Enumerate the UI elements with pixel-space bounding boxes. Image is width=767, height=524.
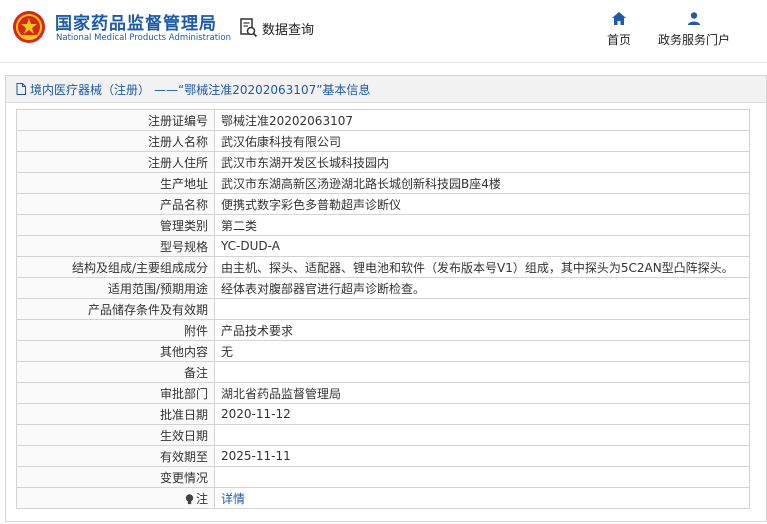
row-label: 结构及组成/主要组成成分	[16, 256, 215, 278]
table-row: 注册人名称 武汉佑康科技有限公司	[16, 130, 750, 152]
table-row: 管理类别 第二类	[16, 214, 750, 236]
table-row: 有效期至 2025-11-11	[16, 445, 750, 467]
user-icon	[688, 12, 700, 25]
row-value: 产品技术要求	[214, 319, 750, 341]
table-row: 结构及组成/主要组成成分 由主机、探头、适配器、锂电池和软件（发布版本号V1）组成…	[16, 256, 750, 278]
panel-title-record: ——“鄂械注准20202063107”基本信息	[154, 82, 371, 97]
table-row: 变更情况	[16, 466, 750, 488]
brand-subtitle: National Medical Products Administration	[56, 33, 231, 43]
table-row: 注册证编号 鄂械注准20202063107	[16, 109, 750, 131]
row-value: 2025-11-11	[214, 445, 750, 467]
row-label: 批准日期	[16, 403, 215, 425]
row-value: 武汉市东湖开发区长城科技园内	[214, 151, 750, 173]
table-row: 备注	[16, 361, 750, 383]
row-label: 生产地址	[16, 172, 215, 194]
row-value: 武汉市东湖高新区汤逊湖北路长城创新科技园B座4楼	[214, 172, 750, 194]
row-value: 无	[214, 340, 750, 362]
document-search-icon	[240, 18, 258, 38]
table-row: 适用范围/预期用途 经体表对腹部器官进行超声诊断检查。	[16, 277, 750, 299]
table-row: 审批部门 湖北省药品监督管理局	[16, 382, 750, 404]
row-label: 审批部门	[16, 382, 215, 404]
panel-title: 境内医疗器械（注册） ——“鄂械注准20202063107”基本信息	[6, 76, 766, 103]
row-value	[214, 466, 750, 488]
table-row: 批准日期 2020-11-12	[16, 403, 750, 425]
data-query-label: 数据查询	[262, 22, 315, 38]
row-value: 湖北省药品监督管理局	[214, 382, 750, 404]
row-label: 注册人住所	[16, 151, 215, 173]
row-label: 变更情况	[16, 466, 215, 488]
table-row: 产品名称 便携式数字彩色多普勒超声诊断仪	[16, 193, 750, 215]
row-value: 鄂械注准20202063107	[214, 109, 750, 131]
row-label: 备注	[16, 361, 215, 383]
lightbulb-icon	[185, 493, 194, 504]
row-label: 其他内容	[16, 340, 215, 362]
site-header: 国家药品监督管理局 National Medical Products Admi…	[0, 0, 767, 63]
brand-title[interactable]: 国家药品监督管理局	[55, 9, 217, 34]
row-value: 武汉佑康科技有限公司	[214, 130, 750, 152]
nav-service-portal[interactable]: 政务服务门户	[649, 12, 739, 48]
row-label: 管理类别	[16, 214, 215, 236]
details-link[interactable]: 详情	[221, 492, 245, 506]
document-icon	[16, 83, 26, 95]
nav-service-portal-label: 政务服务门户	[657, 33, 730, 47]
table-row: 其他内容无	[16, 340, 750, 362]
row-value: 第二类	[214, 214, 750, 236]
row-value: 便携式数字彩色多普勒超声诊断仪	[214, 193, 750, 215]
note-label-cell: 注	[16, 487, 215, 509]
info-table: 注册证编号 鄂械注准20202063107 注册人名称 武汉佑康科技有限公司 注册人住所…	[16, 109, 750, 509]
row-label: 有效期至	[16, 445, 215, 467]
row-value	[214, 298, 750, 320]
row-label: 型号规格	[16, 235, 215, 257]
national-emblem-icon	[13, 11, 45, 43]
row-value: 由主机、探头、适配器、锂电池和软件（发布版本号V1）组成，其中探头为5C2AN型…	[214, 256, 750, 278]
table-row: 型号规格 YC-DUD-A	[16, 235, 750, 257]
row-value	[214, 361, 750, 383]
row-label: 注册人名称	[16, 130, 215, 152]
row-value: 2020-11-12	[214, 403, 750, 425]
row-value: YC-DUD-A	[214, 235, 750, 257]
table-row: 生效日期	[16, 424, 750, 446]
home-icon	[612, 12, 626, 25]
row-value: 经体表对腹部器官进行超声诊断检查。	[214, 277, 750, 299]
table-row: 附件 产品技术要求	[16, 319, 750, 341]
nav-home-label: 首页	[606, 33, 631, 47]
row-label: 适用范围/预期用途	[16, 277, 215, 299]
row-label: 产品名称	[16, 193, 215, 215]
table-row: 注册人住所 武汉市东湖开发区长城科技园内	[16, 151, 750, 173]
row-label: 附件	[16, 319, 215, 341]
row-label: 注册证编号	[16, 109, 215, 131]
table-row: 产品储存条件及有效期	[16, 298, 750, 320]
row-value	[214, 424, 750, 446]
data-query-link[interactable]: 数据查询	[240, 17, 314, 39]
row-label: 生效日期	[16, 424, 215, 446]
panel-title-category[interactable]: 境内医疗器械（注册）	[30, 81, 150, 98]
table-row: 生产地址 武汉市东湖高新区汤逊湖北路长城创新科技园B座4楼	[16, 172, 750, 194]
note-label: 注	[195, 491, 208, 506]
row-label: 产品储存条件及有效期	[16, 298, 215, 320]
note-value-cell: 详情	[214, 487, 750, 509]
detail-panel: 境内医疗器械（注册） ——“鄂械注准20202063107”基本信息 注册证编号…	[5, 75, 767, 522]
table-row: 注 详情	[16, 487, 750, 509]
